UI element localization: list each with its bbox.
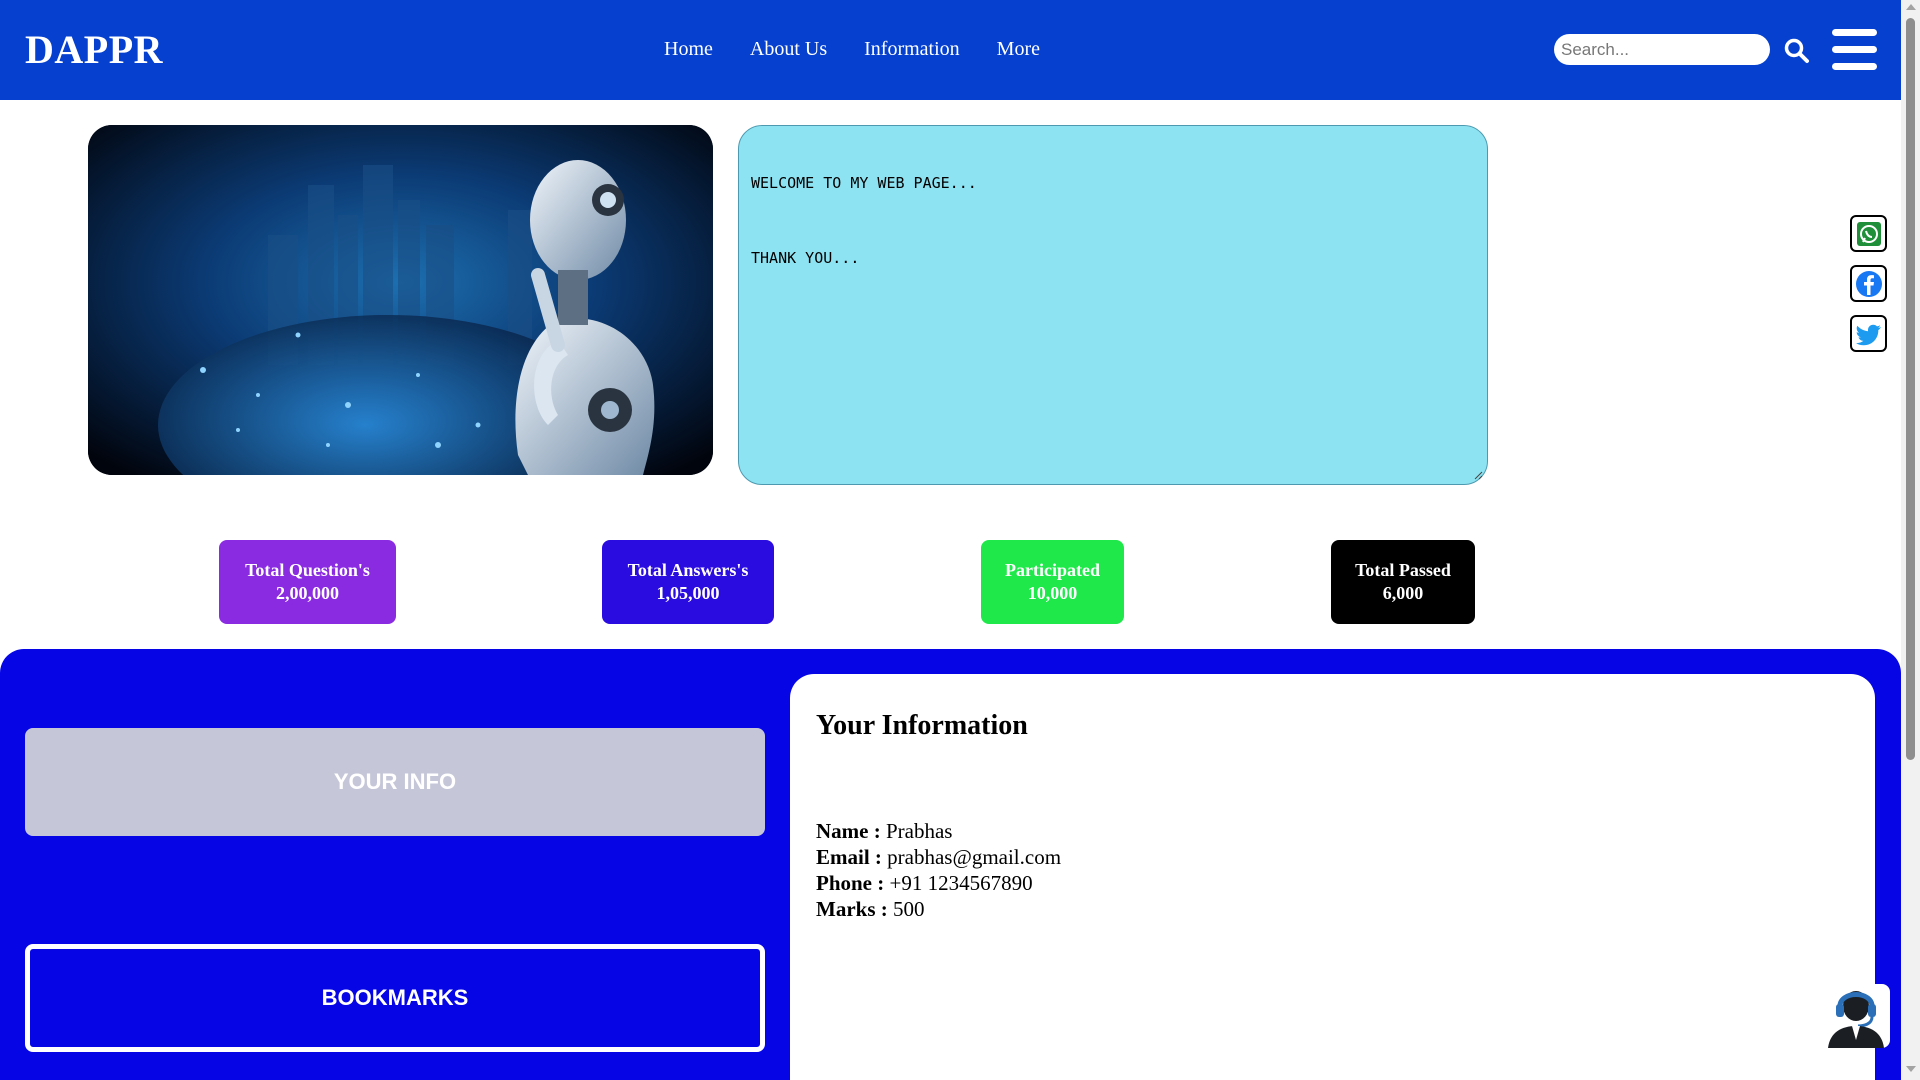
bookmarks-button[interactable]: BOOKMARKS: [25, 944, 765, 1052]
twitter-icon: [1855, 324, 1881, 345]
stat-participated: Participated 10,000: [981, 540, 1124, 624]
brand-logo[interactable]: DAPPR: [25, 26, 163, 73]
scroll-down-arrow[interactable]: [1906, 1066, 1916, 1072]
nav-home[interactable]: Home: [664, 38, 713, 61]
stat-value: 6,000: [1382, 583, 1424, 603]
welcome-line-1: WELCOME TO MY WEB PAGE...: [751, 174, 977, 192]
stat-value: 10,000: [1027, 583, 1078, 603]
field-value: +91 1234567890: [889, 871, 1033, 895]
scroll-thumb[interactable]: [1906, 18, 1915, 760]
stat-total-passed: Total Passed 6,000: [1331, 540, 1475, 624]
top-navbar: DAPPR Home About Us Information More: [0, 0, 1901, 100]
info-row-marks: Marks : 500: [816, 896, 1061, 922]
nav-about-us[interactable]: About Us: [750, 38, 827, 61]
info-row-name: Name : Prabhas: [816, 818, 1061, 844]
field-value: 500: [893, 897, 925, 921]
field-label: Name :: [816, 819, 881, 843]
stat-label: Total Answers's: [627, 560, 749, 580]
customer-support-icon[interactable]: [1822, 982, 1890, 1048]
robot-image: [88, 125, 713, 475]
scroll-up-arrow[interactable]: [1906, 4, 1916, 10]
whatsapp-share-button[interactable]: [1850, 215, 1887, 252]
field-label: Phone :: [816, 871, 885, 895]
info-row-email: Email : prabhas@gmail.com: [816, 844, 1061, 870]
stat-value: 1,05,000: [656, 583, 720, 603]
stat-total-answers: Total Answers's 1,05,000: [602, 540, 774, 624]
field-label: Email :: [816, 845, 882, 869]
hamburger-menu-icon[interactable]: [1832, 29, 1877, 71]
info-title: Your Information: [816, 710, 1028, 741]
page-scrollbar[interactable]: [1901, 0, 1920, 1080]
stat-label: Total Passed: [1355, 560, 1451, 580]
resize-handle-icon[interactable]: [1473, 470, 1483, 480]
facebook-icon: [1855, 270, 1882, 297]
your-info-button[interactable]: YOUR INFO: [25, 728, 765, 836]
stat-total-questions: Total Question's 2,00,000: [219, 540, 396, 624]
nav-information[interactable]: Information: [864, 38, 960, 61]
stat-label: Participated: [1005, 560, 1100, 580]
info-fields: Name : Prabhas Email : prabhas@gmail.com…: [816, 818, 1061, 922]
your-information-panel: Your Information Name : Prabhas Email : …: [790, 674, 1875, 1080]
field-value: prabhas@gmail.com: [887, 845, 1062, 869]
info-row-phone: Phone : +91 1234567890: [816, 870, 1061, 896]
search-icon[interactable]: [1783, 37, 1811, 65]
facebook-share-button[interactable]: [1850, 265, 1887, 302]
field-value: Prabhas: [885, 819, 953, 843]
stat-label: Total Question's: [245, 560, 370, 580]
welcome-textarea[interactable]: WELCOME TO MY WEB PAGE... THANK YOU...: [738, 125, 1488, 485]
twitter-share-button[interactable]: [1850, 315, 1887, 352]
search-input[interactable]: [1554, 34, 1770, 65]
field-label: Marks :: [816, 897, 888, 921]
stat-value: 2,00,000: [276, 583, 339, 603]
welcome-line-2: THANK YOU...: [751, 249, 860, 267]
main-nav: Home About Us Information More: [664, 38, 1040, 61]
whatsapp-icon: [1856, 221, 1881, 246]
nav-more[interactable]: More: [997, 38, 1040, 61]
